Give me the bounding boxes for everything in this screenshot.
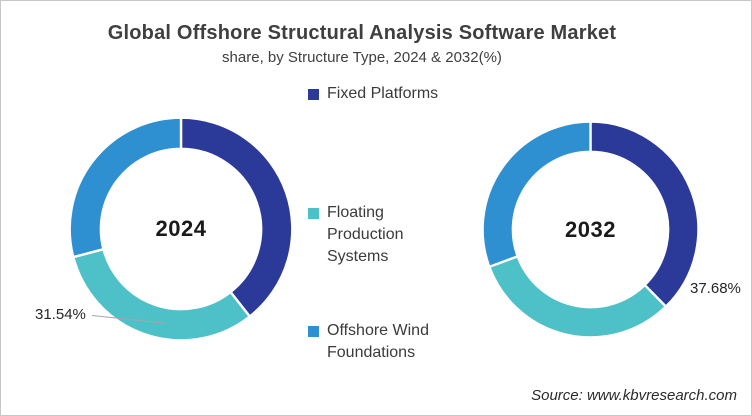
donut-segment-floating-production-systems <box>72 248 251 342</box>
donut-center-year-2024: 2024 <box>155 216 207 241</box>
legend-item-floating-production-systems: Floating Production Systems <box>308 202 449 268</box>
data-label-2032-fixed-platforms: 37.68% <box>690 280 741 297</box>
data-label-2024-floating-production-systems: 31.54% <box>35 306 86 323</box>
legend-swatch-icon <box>308 89 319 100</box>
donut-segment-floating-production-systems <box>488 255 668 339</box>
donut-segment-offshore-wind-foundations <box>481 120 592 268</box>
legend-item-fixed-platforms: Fixed Platforms <box>308 83 449 105</box>
donut-center-year-2032: 2032 <box>565 216 616 242</box>
donut-chart-2024: 2024 <box>68 116 294 342</box>
legend-label: Offshore Wind Foundations <box>327 322 429 361</box>
chart-title: Global Offshore Structural Analysis Soft… <box>107 22 617 44</box>
donut-segment-fixed-platforms <box>589 120 700 308</box>
legend-swatch-icon <box>308 326 319 337</box>
legend-label: Floating Production Systems <box>327 204 404 265</box>
donut-chart-2032: 2032 <box>481 120 700 339</box>
legend-item-offshore-wind-foundations: Offshore Wind Foundations <box>308 320 449 364</box>
chart-subtitle: share, by Structure Type, 2024 & 2032(%) <box>222 49 502 66</box>
legend-swatch-icon <box>308 208 319 219</box>
source-attribution: Source: www.kbvresearch.com <box>531 387 737 404</box>
chart-canvas: Global Offshore Structural Analysis Soft… <box>0 0 752 416</box>
legend-label: Fixed Platforms <box>327 85 439 102</box>
